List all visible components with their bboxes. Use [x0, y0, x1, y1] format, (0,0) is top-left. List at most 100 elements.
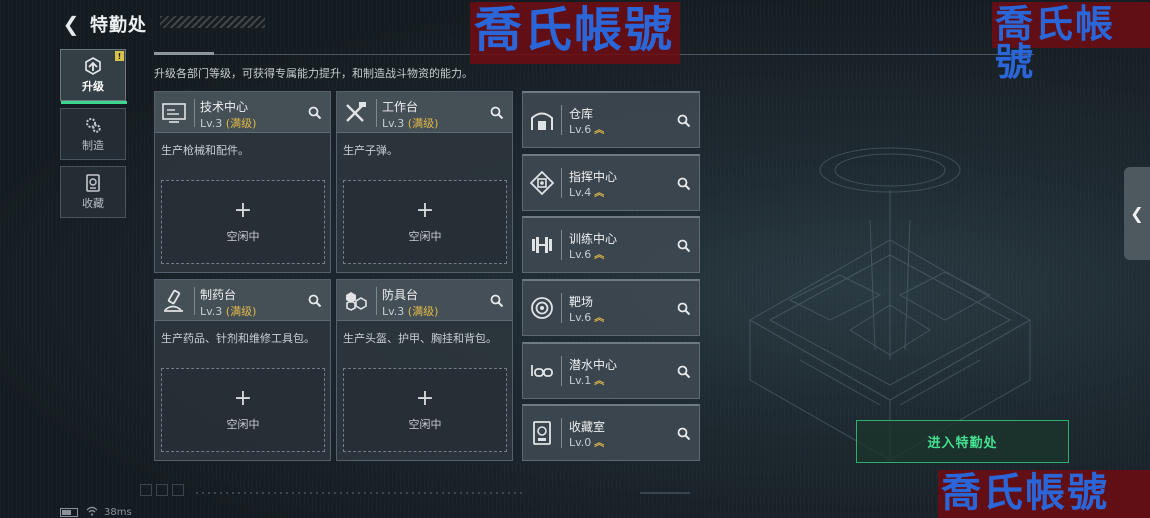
- header-decoration: [160, 16, 265, 28]
- upgrade-chevron-icon: ︽: [594, 188, 605, 199]
- battery-icon: [60, 508, 78, 517]
- add-icon: +: [415, 198, 435, 223]
- search-icon[interactable]: [675, 175, 693, 193]
- sidebar-item-craft[interactable]: 制造: [60, 108, 126, 160]
- slot-status: 空闲中: [226, 230, 260, 243]
- workshop-level: Lv.3 (满级): [382, 305, 439, 318]
- upgrade-chevron-icon: ︽: [594, 250, 605, 261]
- upgrade-icon: [83, 56, 103, 76]
- facility-name: 潜水中心: [569, 358, 618, 372]
- armor-bench-icon: [341, 286, 371, 316]
- search-icon[interactable]: [488, 104, 506, 122]
- facility-name: 收藏室: [569, 420, 606, 434]
- facility-training-center[interactable]: 训练中心 Lv.6 ︽: [522, 216, 700, 273]
- production-slot[interactable]: + 空闲中: [343, 368, 507, 452]
- workshop-header: 制药台 Lv.3 (满级): [155, 280, 330, 321]
- production-slot[interactable]: + 空闲中: [343, 180, 507, 264]
- watermark: 喬氏帳號: [470, 2, 680, 64]
- workshop-header: 工作台 Lv.3 (满级): [337, 92, 512, 133]
- ping-text: 38ms: [104, 507, 132, 518]
- production-slot[interactable]: + 空闲中: [161, 180, 325, 264]
- side-panel-toggle[interactable]: ❮: [1124, 167, 1150, 260]
- workshop-header: 防具台 Lv.3 (满级): [337, 280, 512, 321]
- max-level-tag: (满级): [225, 305, 257, 318]
- collection-icon: [83, 173, 103, 193]
- sidebar-item-label: 升级: [82, 80, 104, 93]
- slot-status: 空闲中: [226, 418, 260, 431]
- command-center-icon: [527, 168, 557, 198]
- page-title: 特勤处: [90, 15, 147, 36]
- sidebar-item-upgrade[interactable]: ! 升级: [60, 49, 127, 104]
- bottom-divider: [196, 492, 526, 494]
- production-slot[interactable]: + 空闲中: [161, 368, 325, 452]
- facility-command-center[interactable]: 指挥中心 Lv.4 ︽: [522, 154, 700, 211]
- search-icon[interactable]: [675, 112, 693, 130]
- bottom-divider-short: [640, 492, 690, 494]
- add-icon: +: [415, 386, 435, 411]
- divider: [376, 99, 377, 127]
- add-icon: +: [233, 198, 253, 223]
- watermark: 喬氏帳號: [938, 470, 1150, 518]
- chevron-left-icon: ❮: [1130, 204, 1144, 223]
- facility-name: 靶场: [569, 295, 594, 309]
- upgrade-chevron-icon: ︽: [594, 125, 605, 136]
- workshop-card-tech-center[interactable]: 技术中心 Lv.3 (满级) 生产枪械和配件。 + 空闲中: [154, 91, 331, 273]
- upgrade-chevron-icon: ︽: [594, 313, 605, 324]
- workshop-card-armor-bench[interactable]: 防具台 Lv.3 (满级) 生产头盔、护甲、胸挂和背包。 + 空闲中: [336, 279, 513, 461]
- upgrade-chevron-icon: ︽: [594, 376, 605, 387]
- facility-name: 训练中心: [569, 232, 618, 246]
- workshop-card-workbench[interactable]: 工作台 Lv.3 (满级) 生产子弹。 + 空闲中: [336, 91, 513, 273]
- facility-name: 指挥中心: [569, 170, 618, 184]
- sidebar-item-collection[interactable]: 收藏: [60, 166, 126, 218]
- max-level-tag: (满级): [225, 117, 257, 130]
- slot-status: 空闲中: [408, 418, 442, 431]
- search-icon[interactable]: [306, 292, 324, 310]
- warehouse-icon: [527, 105, 557, 135]
- facility-level: Lv.6 ︽: [569, 248, 605, 261]
- max-level-tag: (满级): [407, 305, 439, 318]
- bottom-decoration: [140, 484, 192, 496]
- divider: [561, 293, 562, 323]
- divider: [194, 99, 195, 127]
- tech-center-icon: [159, 98, 189, 128]
- divider: [561, 356, 562, 386]
- workshop-name: 制药台: [200, 288, 237, 302]
- notification-badge: !: [115, 51, 124, 61]
- workshop-card-pharmacy[interactable]: 制药台 Lv.3 (满级) 生产药品、针剂和维修工具包。 + 空闲中: [154, 279, 331, 461]
- search-icon[interactable]: [306, 104, 324, 122]
- wifi-icon: [86, 506, 98, 518]
- divider: [561, 168, 562, 198]
- workshop-description: 生产药品、针剂和维修工具包。: [161, 332, 315, 345]
- search-icon[interactable]: [675, 363, 693, 381]
- divider: [376, 287, 377, 315]
- workshop-name: 工作台: [382, 100, 419, 114]
- gears-icon: [83, 115, 103, 135]
- search-icon[interactable]: [675, 237, 693, 255]
- workshop-name: 技术中心: [200, 100, 249, 114]
- enter-special-ops-button[interactable]: 进入特勤处: [856, 420, 1069, 463]
- watermark: 喬氏帳號: [992, 2, 1150, 81]
- workshop-level: Lv.3 (满级): [382, 117, 439, 130]
- divider: [561, 230, 562, 260]
- facility-level: Lv.4 ︽: [569, 186, 605, 199]
- sidebar-item-label: 制造: [82, 139, 104, 152]
- facility-level: Lv.6 ︽: [569, 311, 605, 324]
- search-icon[interactable]: [675, 300, 693, 318]
- collection-room-icon: [527, 418, 557, 448]
- divider: [561, 418, 562, 448]
- status-bar: 38ms: [60, 506, 132, 518]
- facility-shooting-range[interactable]: 靶场 Lv.6 ︽: [522, 279, 700, 336]
- workshop-name: 防具台: [382, 288, 419, 302]
- facility-level: Lv.0 ︽: [569, 436, 605, 449]
- back-arrow-icon[interactable]: ❮: [60, 12, 82, 36]
- search-icon[interactable]: [488, 292, 506, 310]
- facility-collection-room[interactable]: 收藏室 Lv.0 ︽: [522, 404, 700, 461]
- facility-warehouse[interactable]: 仓库 Lv.6 ︽: [522, 91, 700, 148]
- divider: [561, 105, 562, 135]
- workshop-description: 生产头盔、护甲、胸挂和背包。: [343, 332, 497, 345]
- search-icon[interactable]: [675, 425, 693, 443]
- divider: [194, 287, 195, 315]
- diving-mask-icon: [527, 356, 557, 386]
- facility-diving-center[interactable]: 潜水中心 Lv.1 ︽: [522, 342, 700, 399]
- slot-status: 空闲中: [408, 230, 442, 243]
